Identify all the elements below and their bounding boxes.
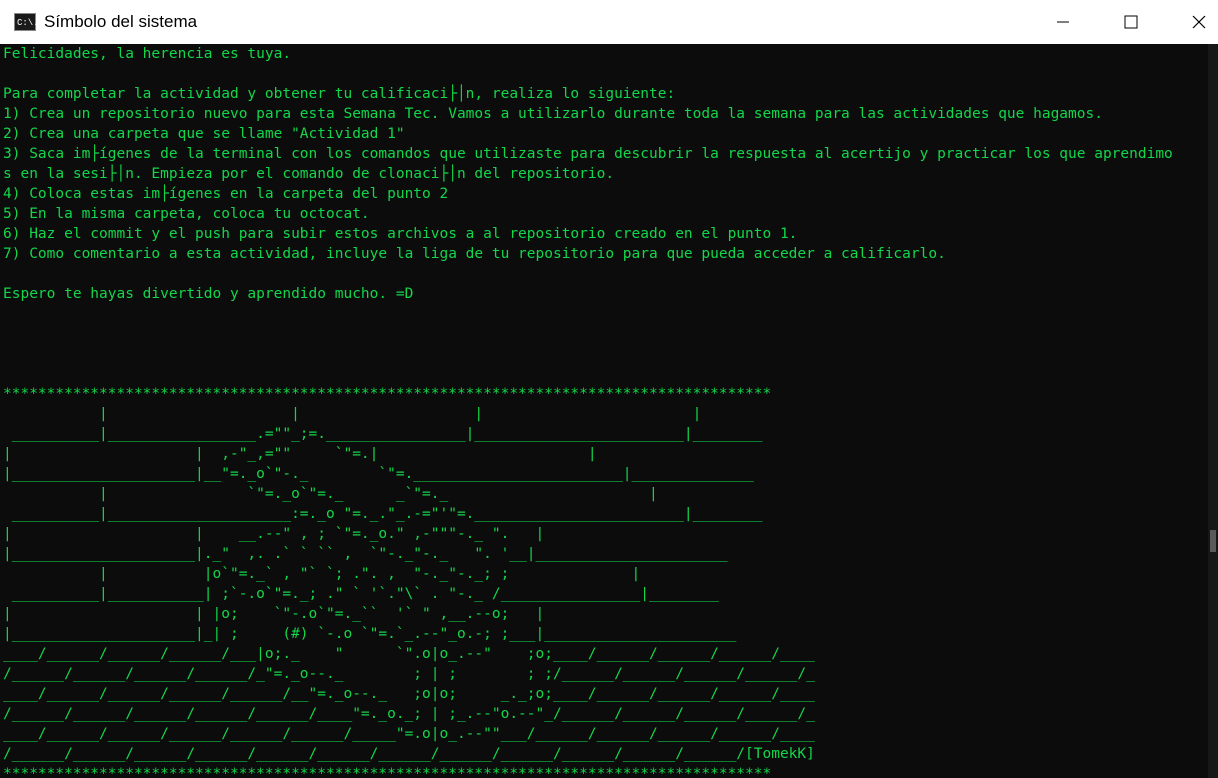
terminal-line: ____/______/______/______/___|o;._ " `".… xyxy=(3,646,815,662)
terminal-line: /______/______/______/______/______/____… xyxy=(3,746,815,762)
close-icon xyxy=(1192,15,1206,29)
window-title: Símbolo del sistema xyxy=(44,12,198,31)
terminal-line: Para completar la actividad y obtener tu… xyxy=(3,86,676,102)
terminal-line: 3) Saca im├ígenes de la terminal con los… xyxy=(3,146,1173,162)
vertical-scrollbar[interactable] xyxy=(1208,44,1218,778)
terminal-line: Espero te hayas divertido y aprendido mu… xyxy=(3,286,414,302)
terminal-line: | | __.--" , ; `"=._o." ,-"""-._ ". | xyxy=(3,526,545,542)
terminal-line: 5) En la misma carpeta, coloca tu octoca… xyxy=(3,206,370,222)
cmd-icon: C:\. xyxy=(14,13,39,31)
close-button[interactable] xyxy=(1176,0,1218,44)
terminal-line: s en la sesi├│n. Empieza por el comando … xyxy=(3,166,615,182)
terminal-line: ****************************************… xyxy=(3,766,772,778)
terminal-line: 2) Crea una carpeta que se llame "Activi… xyxy=(3,126,405,142)
terminal-line: 1) Crea un repositorio nuevo para esta S… xyxy=(3,106,1103,122)
minimize-button[interactable] xyxy=(1040,0,1086,44)
terminal-line: 4) Coloca estas im├ígenes en la carpeta … xyxy=(3,186,449,202)
terminal-line: __________|_________________.=""_;=.____… xyxy=(3,426,763,442)
terminal-line: ____/______/______/______/______/__"=._o… xyxy=(3,686,815,702)
terminal-line: 6) Haz el commit y el push para subir es… xyxy=(3,226,798,242)
terminal-line: __________|___________| ;`-.o`"=._; ." `… xyxy=(3,586,719,602)
terminal-line: ____/______/______/______/______/______/… xyxy=(3,726,815,742)
terminal-line: | | ,-"_,="" `"=.| | xyxy=(3,446,597,462)
terminal-lines: Felicidades, la herencia es tuya. Para c… xyxy=(0,44,1208,778)
terminal-line: Felicidades, la herencia es tuya. xyxy=(3,46,292,62)
terminal-line: __________|_____________________:=._o "=… xyxy=(3,506,763,522)
terminal-line: /______/______/______/______/______/____… xyxy=(3,706,815,722)
terminal-output[interactable]: Felicidades, la herencia es tuya. Para c… xyxy=(0,44,1208,778)
terminal-line: |_____________________|._" ,. .` ` `` , … xyxy=(3,546,728,562)
terminal-line: |_____________________|__"=._o`"-._ `"=.… xyxy=(3,466,754,482)
terminal-line: ****************************************… xyxy=(3,386,772,402)
terminal-line: | |o`"=._` , "` `; .". , "-._"-._; ; | xyxy=(3,566,641,582)
terminal-line: /______/______/______/______/_"=._o--._ … xyxy=(3,666,815,682)
scrollbar-thumb[interactable] xyxy=(1210,530,1216,552)
terminal-line: | | |o; `"-.o`"=._`` '` " ,__.--o; | xyxy=(3,606,545,622)
title-bar[interactable]: C:\. Símbolo del sistema xyxy=(0,0,1218,44)
terminal-line: 7) Como comentario a esta actividad, inc… xyxy=(3,246,946,262)
maximize-button[interactable] xyxy=(1108,0,1154,44)
terminal-line: | | | | xyxy=(3,406,702,422)
maximize-icon xyxy=(1124,15,1138,29)
terminal-line: |_____________________|_| ; (#) `-.o `"=… xyxy=(3,626,737,642)
minimize-icon xyxy=(1057,21,1069,23)
command-prompt-window: C:\. Símbolo del sistema Felicidades, la… xyxy=(0,0,1218,778)
terminal-line: | `"=._o`"=._ _`"=._ | xyxy=(3,486,658,502)
